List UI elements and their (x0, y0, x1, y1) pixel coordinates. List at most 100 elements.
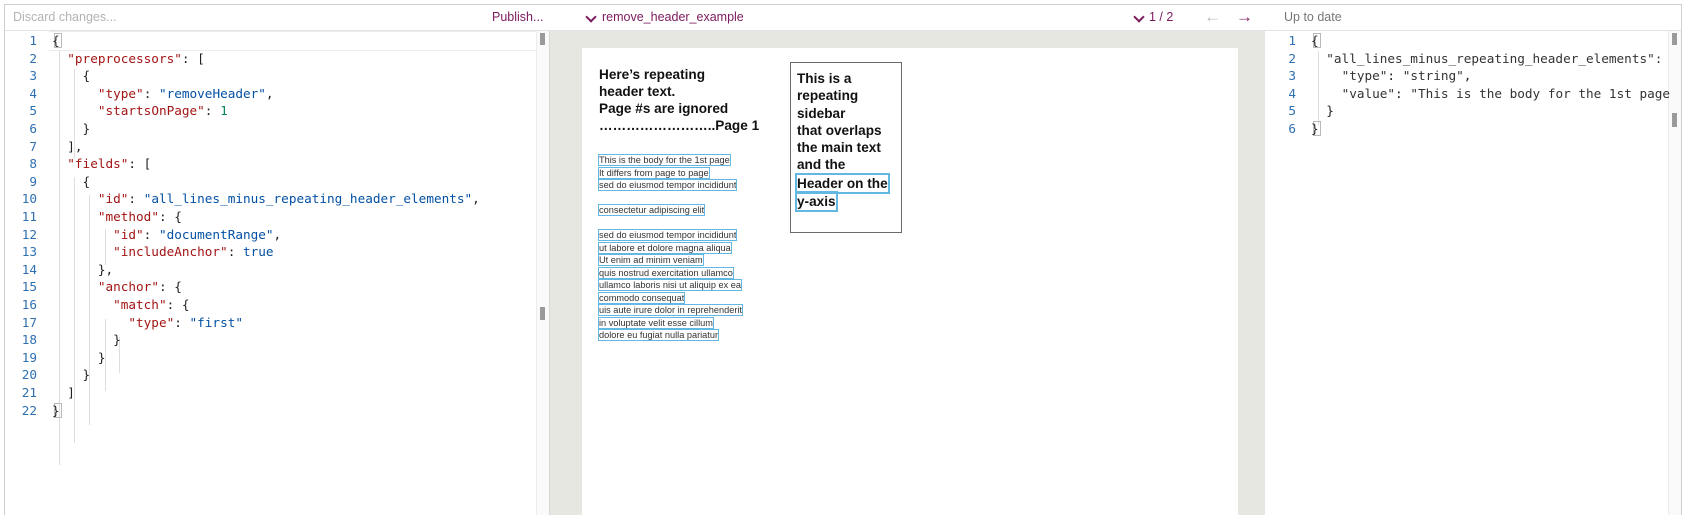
extracted-line-highlight[interactable]: sed do eiusmod tempor incididunt (597, 229, 738, 241)
document-viewer[interactable]: Here’s repeating header text. Page #s are … (549, 31, 1265, 515)
extracted-line-highlight[interactable]: consectetur adipiscing elit (597, 204, 706, 216)
code-token: : [ (181, 50, 205, 66)
code-token: : (174, 314, 190, 330)
extracted-line-highlight[interactable]: Ut enim ad minim veniam (598, 254, 704, 266)
code-line: "anchor": { (52, 279, 182, 294)
sync-status: Up to date (1284, 10, 1342, 24)
code-line: }, (52, 262, 113, 277)
sidebar-line: and the (797, 157, 846, 173)
document-dropdown-chevron-icon[interactable] (585, 11, 597, 23)
line-number: 8 (29, 156, 37, 172)
code-token: : { (158, 209, 182, 224)
publish-button[interactable]: Publish... (492, 10, 543, 24)
code-line: "id": "documentRange", (52, 227, 281, 242)
code-token: 1 (220, 103, 228, 119)
line-number: 1 (29, 33, 37, 48)
code-token: "anchor" (97, 279, 159, 295)
code-line: "id": "all_lines_minus_repeating_header_… (52, 191, 480, 206)
extracted-line-highlight[interactable]: ullamco laboris nisi ut aliquip ex ea (598, 279, 742, 291)
line-number: 10 (21, 191, 37, 207)
code-token: "type" (97, 85, 144, 101)
app-window: Discard changes... Publish... remove_hea… (4, 4, 1682, 515)
code-token: "id" (97, 191, 129, 207)
extracted-line-highlight[interactable]: This is the body for the 1st page (598, 154, 731, 166)
code-token: { (52, 33, 60, 48)
header-line: ……………………..Page 1 (599, 118, 760, 133)
output-editor[interactable]: 1 {2 "all_lines_minus_repeating_header_el… (1264, 31, 1681, 515)
header-line: Here’s repeating (599, 67, 706, 82)
line-number: 15 (21, 279, 37, 295)
code-token: "includeAnchor" (113, 244, 228, 260)
line-number: 22 (21, 402, 37, 418)
sidebar-line: that overlaps (797, 122, 882, 138)
code-token: "value" (1341, 85, 1396, 101)
code-token: } (1311, 103, 1334, 119)
discard-changes-button[interactable]: Discard changes... (13, 10, 117, 24)
line-number: 5 (29, 103, 37, 119)
extracted-line-highlight[interactable]: quis nostrud exercitation ullamco (598, 266, 734, 279)
code-token: } (52, 349, 106, 365)
scrollbar-thumb[interactable] (1672, 113, 1677, 127)
code-token: "fields" (67, 156, 129, 172)
arrow-right-icon[interactable]: → (1236, 7, 1253, 27)
scrollbar-thumb[interactable] (540, 307, 545, 320)
line-number: 5 (1288, 103, 1296, 119)
code-token: }, (52, 261, 114, 277)
line-number: 6 (1288, 121, 1296, 136)
code-line: } (1311, 121, 1319, 136)
code-token: : [ (128, 156, 152, 172)
config-editor-scrollbar[interactable] (536, 31, 549, 515)
line-number: 1 (1288, 33, 1296, 48)
code-token: "removeHeader" (158, 85, 266, 101)
line-number: 3 (1288, 68, 1296, 84)
line-number: 16 (21, 297, 37, 312)
code-line: { (52, 33, 60, 48)
page-dropdown-chevron-icon[interactable] (1133, 11, 1145, 23)
code-token: : (128, 191, 144, 207)
sidebar-text: This is a repeating sidebar that overlaps th… (795, 70, 890, 213)
extracted-line-highlight[interactable]: in voluptate velit esse cillum (598, 316, 714, 329)
extracted-line-highlight[interactable]: It differs from page to page (598, 166, 710, 179)
code-token: { (52, 173, 91, 189)
code-line: "fields": [ (52, 156, 151, 171)
code-token: "startsOnPage" (97, 103, 205, 119)
extracted-line-highlight[interactable]: ut labore et dolore magna aliqua (598, 241, 732, 254)
code-token: : (227, 244, 243, 260)
line-number: 6 (29, 121, 37, 136)
toolbar: Discard changes... Publish... remove_hea… (5, 5, 1681, 31)
repeating-sidebar-box: This is a repeating sidebar that overlaps th… (790, 62, 902, 233)
scrollbar-thumb[interactable] (1672, 33, 1677, 45)
config-editor[interactable]: 1{2 "preprocessors": [3 {4 "type": "remo… (5, 31, 549, 515)
extracted-line-highlight[interactable]: commodo consequat (597, 291, 686, 304)
extracted-line-highlight[interactable]: dolore eu fugiat nulla pariatur (597, 329, 720, 341)
scrollbar-thumb[interactable] (540, 33, 545, 45)
code-token: "all_lines_minus_repeating_header_elemen… (143, 191, 473, 207)
line-number: 12 (21, 226, 37, 242)
sidebar-line: y-axis (795, 191, 838, 213)
code-token: "documentRange" (158, 226, 274, 242)
extracted-line-highlight[interactable]: uis aute irure dolor in reprehenderit (598, 304, 743, 316)
output-editor-scrollbar[interactable] (1668, 31, 1681, 515)
line-number: 3 (29, 68, 37, 84)
arrow-left-icon[interactable]: ← (1204, 7, 1221, 27)
code-line: "includeAnchor": true (52, 244, 273, 260)
sidebar-line: Header on the (795, 172, 890, 195)
page-indicator[interactable]: 1 / 2 (1149, 10, 1173, 24)
code-line: "all_lines_minus_repeating_header_elemen… (1311, 51, 1662, 66)
code-token: } (52, 332, 121, 348)
code-token: } (1311, 121, 1319, 136)
code-token: "preprocessors" (67, 50, 182, 66)
code-line: "match": { (52, 297, 189, 312)
document-selector[interactable]: remove_header_example (602, 10, 744, 24)
code-token: : (1387, 68, 1403, 84)
code-line: { (52, 68, 91, 83)
extracted-line-highlight[interactable]: sed do eiusmod tempor incididunt (597, 179, 738, 191)
code-line: } (52, 403, 60, 418)
line-number: 20 (21, 367, 37, 383)
code-token: , (1463, 68, 1472, 84)
line-number: 4 (29, 85, 37, 101)
